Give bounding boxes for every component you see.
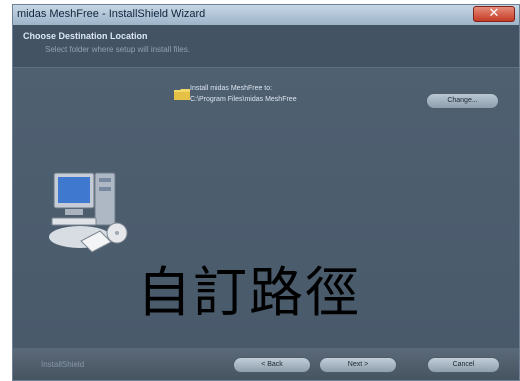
installshield-brand: InstallShield <box>41 360 85 369</box>
cancel-button-label: Cancel <box>452 361 475 368</box>
wizard-footer: InstallShield < Back Next > Cancel <box>13 348 519 380</box>
installshield-window: midas MeshFree - InstallShield Wizard ✕ … <box>12 4 520 381</box>
window-title: midas MeshFree - InstallShield Wizard <box>17 8 206 20</box>
back-button[interactable]: < Back <box>233 357 311 373</box>
change-button-label: Change... <box>447 97 478 104</box>
install-destination-label: Install midas MeshFree to: <box>190 85 273 92</box>
wizard-header: Choose Destination Location Select folde… <box>13 25 519 68</box>
back-button-label: < Back <box>261 361 283 368</box>
next-button-label: Next > <box>347 361 369 368</box>
wizard-content: Install midas MeshFree to: C:\Program Fi… <box>13 68 519 348</box>
page-subheading: Select folder where setup will install f… <box>45 45 190 54</box>
close-button[interactable]: ✕ <box>473 6 515 22</box>
folder-icon <box>174 89 190 100</box>
page-heading: Choose Destination Location <box>23 31 148 41</box>
custom-path-annotation: 自訂路徑 <box>137 261 361 324</box>
close-icon: ✕ <box>488 6 500 21</box>
title-bar: midas MeshFree - InstallShield Wizard ✕ <box>13 5 519 26</box>
cancel-button[interactable]: Cancel <box>427 357 500 373</box>
computer-setup-icon <box>49 172 128 253</box>
change-button[interactable]: Change... <box>426 93 499 109</box>
next-button[interactable]: Next > <box>319 357 397 373</box>
install-path-value: C:\Program Files\midas MeshFree <box>190 96 297 103</box>
